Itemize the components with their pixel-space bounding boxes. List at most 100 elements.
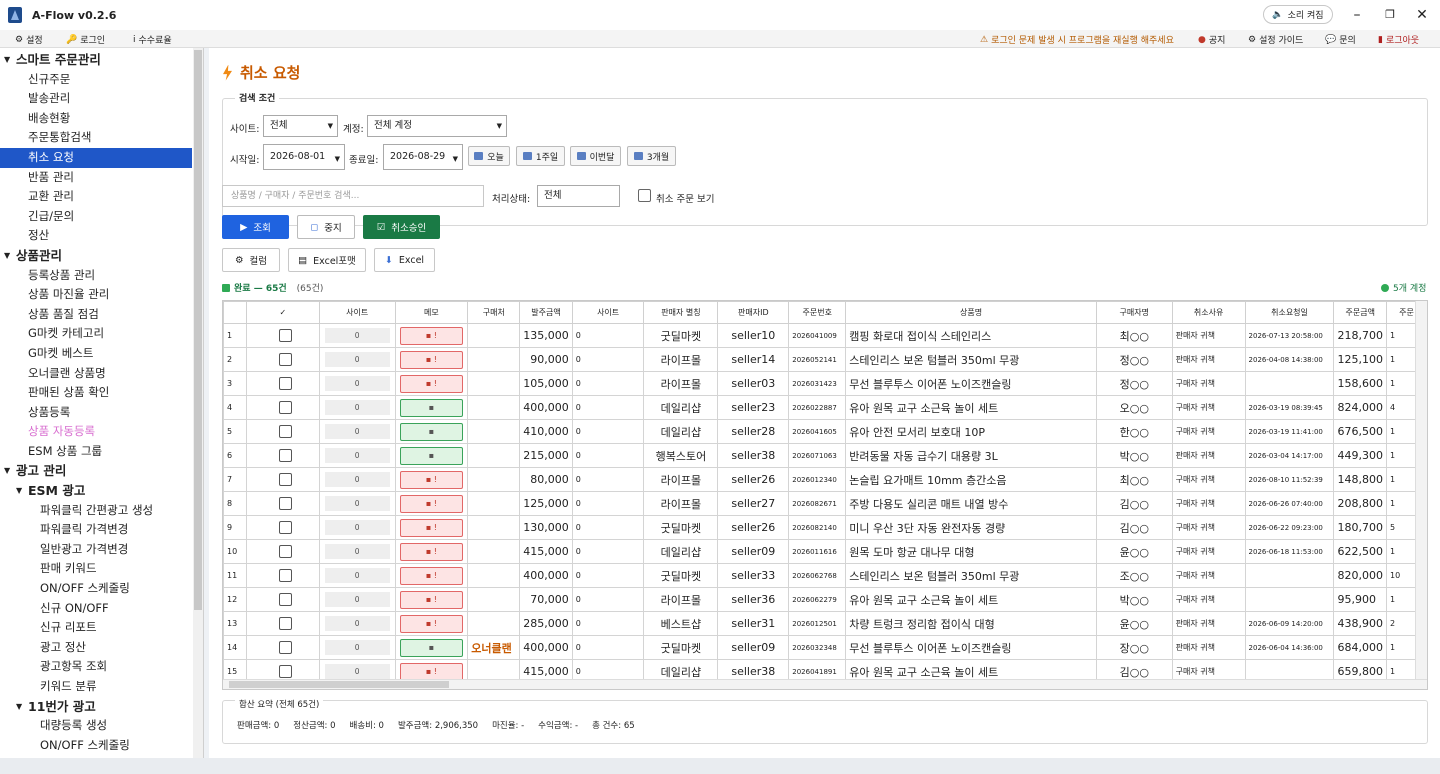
sidebar-item[interactable]: 정산 <box>0 226 192 246</box>
table-row[interactable]: 9 0 ▪ ! 130,000 0 굿딜마켓 seller26 2026082140 미니 우산… <box>223 515 1427 540</box>
sidebar-item[interactable]: 교환 관리 <box>0 187 192 207</box>
column-header[interactable]: 사이트 <box>318 301 396 324</box>
sidebar-item[interactable]: 일반광고 가격변경 <box>0 540 192 560</box>
memo-button[interactable]: ▪ ! <box>399 374 464 393</box>
site-select[interactable]: 전체 ▼ <box>263 115 338 137</box>
show-cancel-checkbox[interactable] <box>638 189 651 202</box>
column-header[interactable]: 판매자 별칭 <box>643 301 719 324</box>
query-button[interactable]: ▶ 조회 <box>222 215 289 239</box>
sidebar-item[interactable]: 주문통합검색 <box>0 128 192 148</box>
week-button[interactable]: 1주일 <box>516 146 565 166</box>
menu-fee-rate[interactable]: i 수수료율 <box>133 33 172 47</box>
menu-logout[interactable]: ▮ 로그아웃 <box>1378 33 1419 47</box>
menu-settings[interactable]: ⚙ 설정 <box>15 33 43 47</box>
sidebar-item[interactable]: 상품 품질 점검 <box>0 305 192 325</box>
row-checkbox[interactable] <box>278 569 292 583</box>
sidebar-group[interactable]: ▼ 광고 관리 <box>0 461 192 481</box>
sidebar-item[interactable]: 광고항목 조회 <box>0 657 192 677</box>
column-header[interactable]: 주문금액 <box>1333 301 1387 324</box>
table-row[interactable]: 13 0 ▪ ! 285,000 0 베스트샵 seller31 2026012501 차량 트… <box>223 611 1427 636</box>
sidebar-group[interactable]: ▼ 상품관리 <box>0 246 192 266</box>
stop-button[interactable]: ◻ 중지 <box>297 215 355 239</box>
memo-button[interactable]: ▪ ! <box>399 590 464 609</box>
memo-button[interactable]: ▪ <box>399 638 464 657</box>
column-header[interactable]: 발주금액 <box>519 301 573 324</box>
table-row[interactable]: 11 0 ▪ ! 400,000 0 굿딜마켓 seller33 2026062768 스테인리… <box>223 563 1427 588</box>
column-header[interactable]: 취소사유 <box>1171 301 1246 324</box>
menu-login[interactable]: 🔑 로그인 <box>66 33 105 47</box>
memo-button[interactable]: ▪ ! <box>399 662 464 681</box>
table-row[interactable]: 5 0 ▪ 410,000 0 데일리샵 seller28 2026041605 유아 안전 모… <box>223 419 1427 444</box>
sidebar-item[interactable]: 상품등록 <box>0 403 192 423</box>
close-button[interactable]: ✕ <box>1410 6 1434 24</box>
sidebar-item[interactable]: 배송현황 <box>0 109 192 129</box>
row-checkbox[interactable] <box>278 545 292 559</box>
table-row[interactable]: 4 0 ▪ 400,000 0 데일리샵 seller23 2026022887 유아 원목 교… <box>223 395 1427 420</box>
table-row[interactable]: 8 0 ▪ ! 125,000 0 라이프몰 seller27 2026082671 주방 다용… <box>223 491 1427 516</box>
column-header[interactable]: 구매자명 <box>1095 301 1173 324</box>
sidebar-item[interactable]: 신규 ON/OFF <box>0 599 192 619</box>
column-header[interactable]: 취소요청일 <box>1244 301 1335 324</box>
minimize-button[interactable]: – <box>1345 6 1369 24</box>
memo-button[interactable]: ▪ ! <box>399 518 464 537</box>
maximize-button[interactable]: ❐ <box>1378 6 1402 24</box>
memo-button[interactable]: ▪ ! <box>399 494 464 513</box>
sidebar-item[interactable]: 반품 관리 <box>0 168 192 188</box>
sidebar-item[interactable]: 신규주문 <box>0 70 192 90</box>
table-row[interactable]: 12 0 ▪ ! 70,000 0 라이프몰 seller36 2026062279 유아 원목… <box>223 587 1427 612</box>
sidebar-item[interactable]: 키워드 분류 <box>0 677 192 697</box>
column-header[interactable]: 주문번호 <box>788 301 847 324</box>
sidebar-item[interactable]: 신규 리포트 <box>0 618 192 638</box>
memo-button[interactable]: ▪ ! <box>399 614 464 633</box>
column-header[interactable]: 구매처 <box>467 301 521 324</box>
approve-cancel-button[interactable]: ☑ 취소승인 <box>363 215 440 239</box>
excel-button[interactable]: ⬇ Excel <box>374 248 435 272</box>
row-checkbox[interactable] <box>278 377 292 391</box>
sidebar-item[interactable]: 상품 자동등록 <box>0 422 192 442</box>
row-checkbox[interactable] <box>278 449 292 463</box>
sidebar-item[interactable]: ON/OFF 스케줄링 <box>0 736 192 756</box>
sidebar-item[interactable]: 취소 요청 <box>0 147 192 168</box>
status-select[interactable]: 전체 <box>537 185 620 207</box>
memo-button[interactable]: ▪ ! <box>399 326 464 345</box>
row-checkbox[interactable] <box>278 665 292 679</box>
three-months-button[interactable]: 3개월 <box>627 146 676 166</box>
sidebar-item[interactable]: G마켓 베스트 <box>0 344 192 364</box>
start-date-input[interactable]: 2026-08-01 ▼ <box>263 144 345 170</box>
today-button[interactable]: 오늘 <box>468 146 510 166</box>
sidebar-item[interactable]: 파워클릭 간편광고 생성 <box>0 501 192 521</box>
sidebar-item[interactable]: ON/OFF 스케줄링 <box>0 579 192 599</box>
table-scroll-thumb[interactable] <box>229 681 449 688</box>
sidebar-item[interactable]: 광고 정산 <box>0 638 192 658</box>
memo-button[interactable]: ▪ ! <box>399 350 464 369</box>
column-header[interactable]: 판매자ID <box>717 301 790 324</box>
sidebar-item[interactable]: 등록상품 관리 <box>0 266 192 286</box>
sidebar-group[interactable]: ▼ 스마트 주문관리 <box>0 50 192 70</box>
column-header[interactable]: ✓ <box>245 301 320 324</box>
row-checkbox[interactable] <box>278 593 292 607</box>
menu-setup-guide[interactable]: ⚙ 설정 가이드 <box>1248 33 1303 47</box>
sidebar-scrollbar[interactable] <box>193 48 203 758</box>
sidebar-group[interactable]: ▼ 11번가 광고 <box>0 697 192 717</box>
table-row[interactable]: 3 0 ▪ ! 105,000 0 라이프몰 seller03 2026031423 무선 블루… <box>223 371 1427 396</box>
column-button[interactable]: ⚙ 컬럼 <box>222 248 280 272</box>
sidebar-item[interactable]: 판매된 상품 확인 <box>0 383 192 403</box>
column-header[interactable]: 사이트 <box>571 301 645 324</box>
sidebar-item[interactable]: 상품 마진율 관리 <box>0 285 192 305</box>
memo-button[interactable]: ▪ ! <box>399 542 464 561</box>
menu-inquiry[interactable]: 💬 문의 <box>1325 33 1356 47</box>
sound-toggle-button[interactable]: 🔈 소리 켜짐 <box>1263 5 1333 24</box>
column-header[interactable] <box>223 301 247 324</box>
row-checkbox[interactable] <box>278 641 292 655</box>
table-vertical-scrollbar[interactable] <box>1415 301 1427 689</box>
row-checkbox[interactable] <box>278 353 292 367</box>
keyword-search-input[interactable]: 상품명 / 구매자 / 주문번호 검색... <box>222 185 484 207</box>
memo-button[interactable]: ▪ <box>399 398 464 417</box>
sidebar-item[interactable]: 발송관리 <box>0 89 192 109</box>
row-checkbox[interactable] <box>278 473 292 487</box>
row-checkbox[interactable] <box>278 497 292 511</box>
table-horizontal-scrollbar[interactable] <box>223 679 1427 689</box>
this-month-button[interactable]: 이번달 <box>570 146 621 166</box>
sidebar-item[interactable]: 판매 키워드 <box>0 559 192 579</box>
table-row[interactable]: 2 0 ▪ ! 90,000 0 라이프몰 seller14 2026052141 스테인리스 … <box>223 347 1427 372</box>
